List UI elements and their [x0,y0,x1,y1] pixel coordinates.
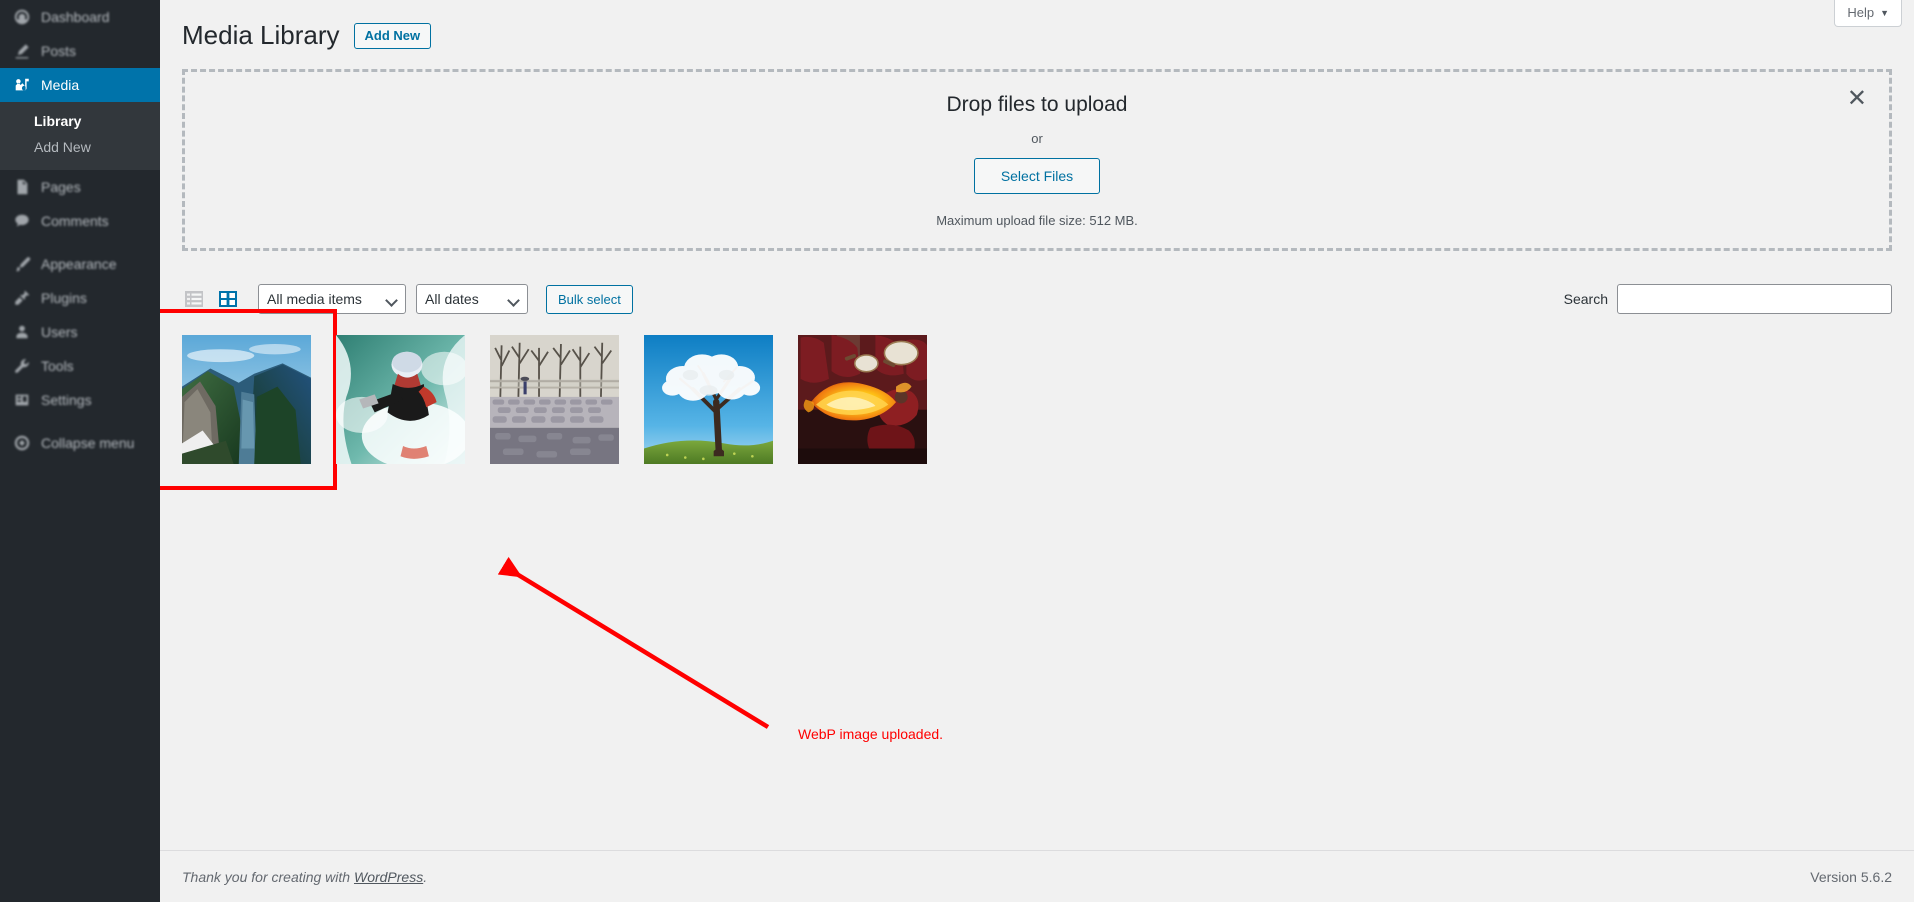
max-upload-size-text: Maximum upload file size: 512 MB. [936,212,1138,228]
media-thumbnail [798,335,927,464]
media-thumbnail [182,335,311,464]
admin-sidebar: Dashboard Posts Media Library Add New Pa… [0,0,168,902]
user-icon [12,322,32,342]
sidebar-item-dashboard[interactable]: Dashboard [0,0,160,34]
media-item-blossom-tree[interactable] [644,335,773,464]
wp-admin-screen: Dashboard Posts Media Library Add New Pa… [0,0,1914,902]
media-icon [12,75,32,95]
close-icon[interactable]: ✕ [1847,86,1867,110]
sidebar-item-label: Collapse menu [41,435,135,451]
date-filter[interactable]: All dates [416,284,528,314]
list-view-icon[interactable] [182,287,206,311]
media-grid [160,309,1892,490]
sidebar-item-comments[interactable]: Comments [0,204,160,238]
media-toolbar: All media itemsImagesAudioVideoDocuments… [182,277,1892,321]
sidebar-item-tools[interactable]: Tools [0,349,160,383]
toolbar-left-group: All media itemsImagesAudioVideoDocuments… [182,284,633,314]
bulk-select-button[interactable]: Bulk select [546,284,633,314]
sidebar-item-add-new[interactable]: Add New [0,134,160,160]
media-submenu: Library Add New [0,102,160,170]
sidebar-item-label: Tools [41,358,74,374]
help-label: Help [1847,5,1875,20]
main-content: Help ▼ Media Library Add New ✕ Drop file… [160,0,1914,902]
footer-thanks-prefix: Thank you for creating with [182,868,354,885]
media-item-fire-breather[interactable] [798,335,927,464]
media-thumbnail [490,335,619,464]
sidebar-divider [0,238,160,247]
media-item-winter-park-path[interactable] [490,335,619,464]
add-new-button[interactable]: Add New [353,22,432,49]
sidebar-item-users[interactable]: Users [0,315,160,349]
media-type-filter[interactable]: All media itemsImagesAudioVideoDocuments… [258,284,406,314]
media-thumbnail [336,335,465,464]
help-tab[interactable]: Help ▼ [1834,0,1902,27]
sidebar-item-library[interactable]: Library [0,108,160,134]
sidebar-item-media[interactable]: Media [0,68,168,102]
plug-icon [12,288,32,308]
sidebar-item-label: Plugins [41,290,87,306]
grid-view-icon[interactable] [216,287,240,311]
collapse-icon [12,433,32,453]
page-title: Media Library [182,20,340,50]
media-item-kayaker-whitewater[interactable] [336,335,465,464]
settings-icon [12,390,32,410]
sidebar-item-appearance[interactable]: Appearance [0,247,160,281]
toolbar-right-group: Search [1564,284,1892,314]
brush-icon [12,254,32,274]
footer-thanks-suffix: . [423,868,428,885]
media-thumbnail [644,335,773,464]
page-icon [12,177,32,197]
annotation-label: WebP image uploaded. [798,726,944,742]
sidebar-item-label: Users [41,324,78,340]
upload-dropzone[interactable]: ✕ Drop files to upload or Select Files M… [182,69,1892,251]
sidebar-item-label: Pages [41,179,81,195]
wordpress-version: Version 5.6.2 [1810,868,1892,885]
sidebar-item-label: Media [41,77,80,93]
sidebar-item-collapse-menu[interactable]: Collapse menu [0,426,160,460]
sidebar-item-settings[interactable]: Settings [0,383,160,417]
sidebar-item-label: Settings [41,392,92,408]
sidebar-item-label: Dashboard [41,9,110,25]
sidebar-divider-2 [0,417,160,426]
footer-credit: Thank you for creating with WordPress. [182,869,427,885]
chevron-down-icon: ▼ [1880,7,1889,18]
sidebar-item-posts[interactable]: Posts [0,34,160,68]
wordpress-link[interactable]: WordPress [354,869,423,885]
search-label: Search [1563,291,1608,307]
media-item-fjord-landscape[interactable] [160,309,337,490]
sidebar-item-label: Appearance [41,256,117,272]
sidebar-item-label: Comments [41,213,109,229]
select-files-button[interactable]: Select Files [973,157,1101,194]
sidebar-item-pages[interactable]: Pages [0,170,160,204]
page-header: Media Library Add New [160,0,1914,59]
comment-icon [12,211,32,231]
dashboard-icon [12,7,32,27]
sidebar-item-label: Posts [41,43,77,59]
date-filter-wrap: All dates [416,284,528,314]
dropzone-or-label: or [1031,130,1043,146]
media-filter-wrap: All media itemsImagesAudioVideoDocuments… [250,284,406,314]
search-input[interactable] [1617,284,1892,314]
dropzone-title: Drop files to upload [946,92,1128,116]
sidebar-item-plugins[interactable]: Plugins [0,281,160,315]
admin-footer: Thank you for creating with WordPress. V… [160,850,1914,902]
wrench-icon [12,356,32,376]
pin-icon [12,41,32,61]
